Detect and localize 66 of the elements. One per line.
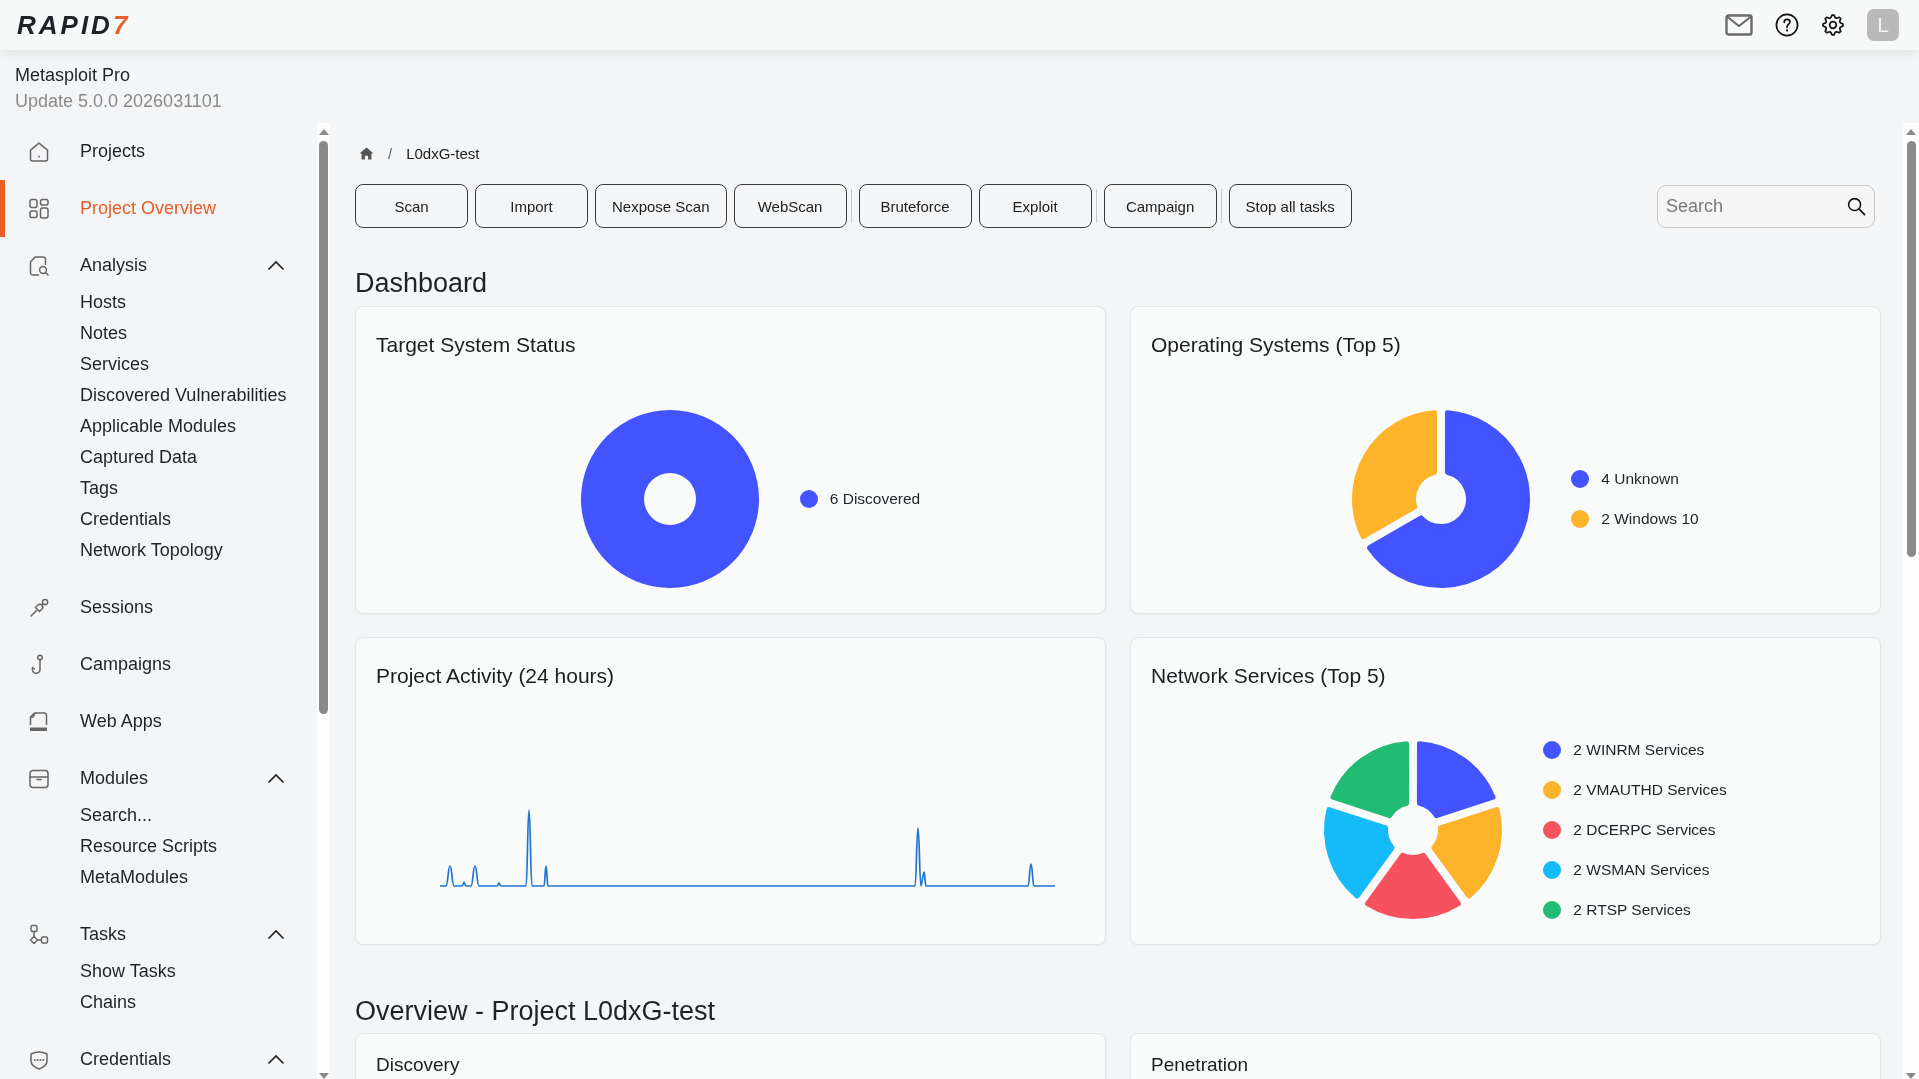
toolbar-button[interactable]: Import — [475, 184, 588, 228]
nav-subitem[interactable]: Notes — [0, 318, 317, 349]
toolbar-button[interactable]: Campaign — [1103, 184, 1217, 228]
card-title: Discovery — [375, 1053, 460, 1076]
search-field[interactable]: Search — [1657, 184, 1875, 228]
nav-item[interactable]: Projects — [0, 123, 317, 180]
nav-item[interactable]: Web Apps — [0, 693, 317, 750]
nav-subitem[interactable]: Applicable Modules — [0, 411, 317, 442]
scrollbar-thumb[interactable] — [1906, 141, 1916, 557]
chevron-up-icon[interactable] — [267, 1054, 285, 1065]
nav-item[interactable]: Campaigns — [0, 636, 317, 693]
chevron-up-icon[interactable] — [267, 773, 285, 784]
legend-label: 4 Unknown — [1601, 470, 1679, 488]
document-search-icon — [27, 253, 51, 278]
grid-icon — [27, 196, 51, 221]
mail-icon[interactable] — [1725, 14, 1753, 36]
scroll-up-arrow-icon[interactable] — [1906, 129, 1916, 135]
scroll-down-arrow-icon[interactable] — [318, 1073, 329, 1079]
chevron-up-icon[interactable] — [267, 260, 285, 271]
toolbar-button[interactable]: Bruteforce — [858, 184, 972, 228]
nav-subitem[interactable]: Discovered Vulnerabilities — [0, 380, 317, 411]
toolbar-button[interactable]: Nexpose Scan — [595, 184, 727, 228]
nav-subitem[interactable]: Network Topology — [0, 535, 317, 566]
card-title: Operating Systems (Top 5) — [1150, 332, 1401, 357]
legend-label: 2 VMAUTHD Services — [1573, 781, 1727, 799]
version-label: Update 5.0.0 2026031101 — [15, 90, 223, 112]
section-title: Overview - Project L0dxG-test — [355, 995, 717, 1028]
toolbar-button[interactable]: Exploit — [978, 184, 1092, 228]
scrollbar[interactable] — [1903, 123, 1919, 1079]
legend-label: 2 WSMAN Services — [1573, 861, 1710, 879]
nav-item[interactable]: Sessions — [0, 579, 317, 636]
breadcrumb-separator: / — [388, 144, 393, 162]
nav-subitem[interactable]: Tags — [0, 473, 317, 504]
product-name: Metasploit Pro — [15, 64, 132, 86]
legend-label: 2 RTSP Services — [1573, 901, 1691, 919]
card-title: Project Activity (24 hours) — [375, 663, 615, 688]
legend-label: 2 WINRM Services — [1573, 741, 1705, 759]
nav-subitem[interactable]: Resource Scripts — [0, 831, 317, 862]
flow-nodes-icon — [27, 922, 51, 947]
scrollbar[interactable] — [317, 123, 330, 1079]
settings-icon[interactable] — [1821, 13, 1845, 37]
help-icon[interactable] — [1775, 13, 1799, 37]
breadcrumb-current: L0dxG-test — [406, 144, 480, 162]
home-icon[interactable] — [359, 146, 374, 160]
card-title: Target System Status — [375, 332, 576, 357]
nav-item[interactable]: Credentials — [0, 1031, 317, 1079]
chevron-up-icon[interactable] — [267, 929, 285, 940]
legend-label: 2 Windows 10 — [1601, 510, 1699, 528]
search-icon[interactable] — [1847, 196, 1866, 216]
toolbar-button[interactable]: Scan — [355, 184, 468, 228]
nav-subitem[interactable]: MetaModules — [0, 862, 317, 893]
scrollbar-thumb[interactable] — [319, 141, 328, 714]
nav-subitem[interactable]: Chains — [0, 987, 317, 1018]
card-title: Penetration — [1150, 1053, 1249, 1076]
toolbar-button[interactable]: WebScan — [733, 184, 847, 228]
scroll-down-arrow-icon[interactable] — [1906, 1073, 1916, 1079]
toolbar-button[interactable]: Stop all tasks — [1228, 184, 1352, 228]
nav-subitem[interactable]: Services — [0, 349, 317, 380]
nav-subitem[interactable]: Captured Data — [0, 442, 317, 473]
nav-subitem[interactable]: Credentials — [0, 504, 317, 535]
section-title: Dashboard — [355, 267, 489, 300]
brand-logo[interactable]: RAPID7 — [17, 11, 131, 39]
legend-label: 6 Discovered — [829, 490, 921, 508]
card-title: Network Services (Top 5) — [1150, 663, 1386, 688]
scroll-up-arrow-icon[interactable] — [318, 129, 329, 135]
legend-label: 2 DCERPC Services — [1573, 821, 1716, 839]
